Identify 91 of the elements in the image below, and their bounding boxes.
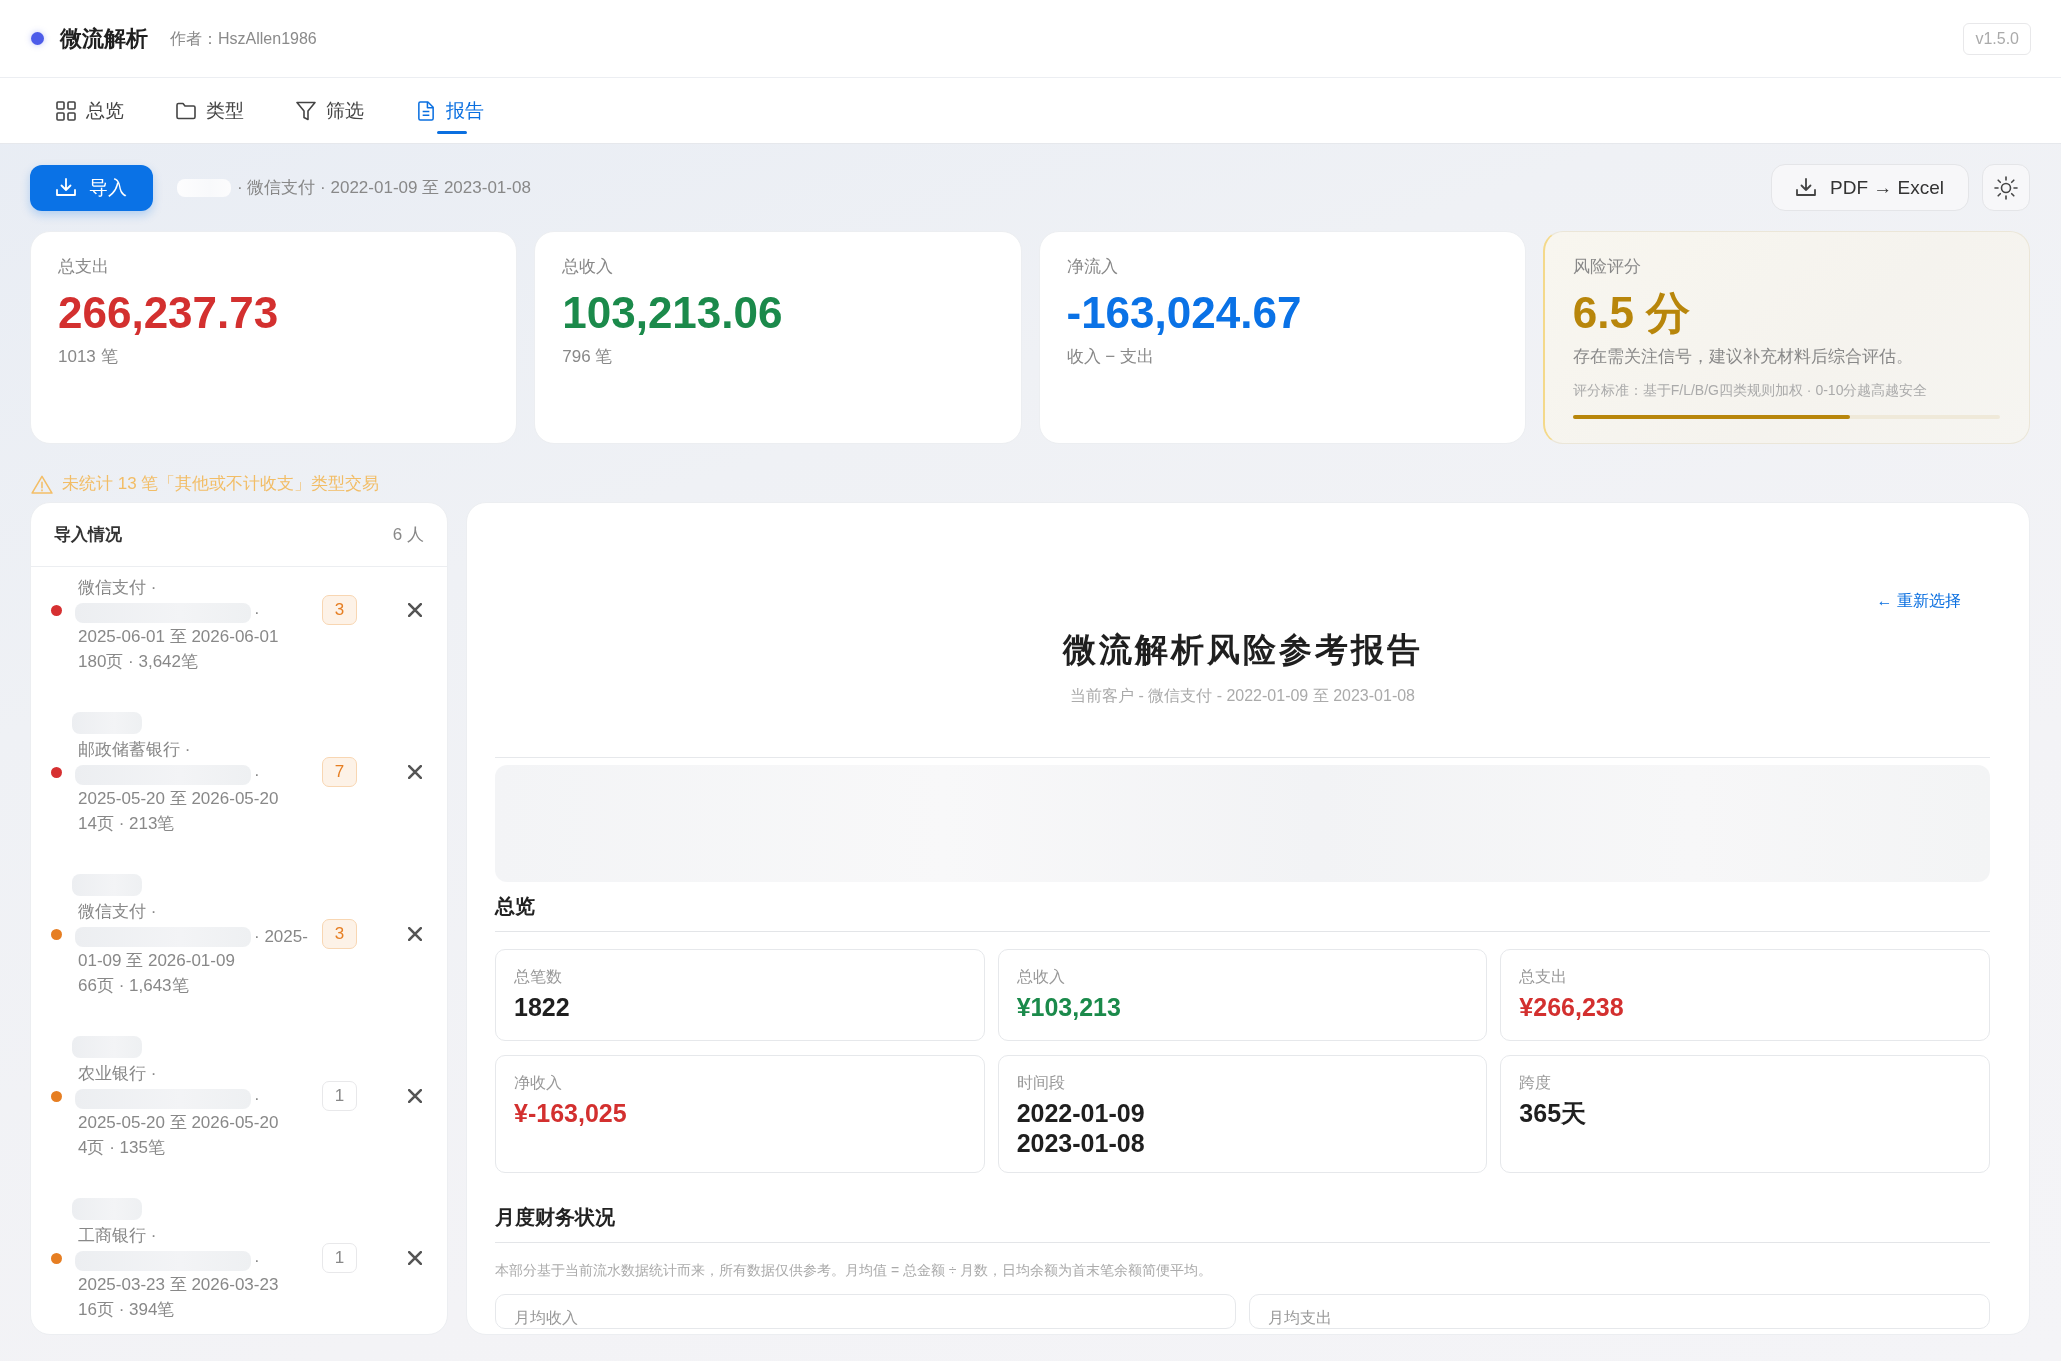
pdf-to-excel-button[interactable]: PDF → Excel [1771,164,1969,211]
sun-icon [1994,175,2018,200]
count-badge: 3 [322,919,357,949]
page-count-text: 180页 · 3,642笔 [78,650,199,673]
count-badge: 1 [322,1243,357,1273]
score-criteria: 评分标准：基于F/L/B/G四类规则加权 · 0-10分越高越安全 [1572,381,1929,400]
app-title: 微流解析 [60,24,148,53]
source-text: 工商银行 · [78,1225,158,1247]
import-button[interactable]: 导入 [30,164,153,211]
version-badge: v1.5.0 [1963,22,2031,55]
stat-label: 净流入 [1066,256,1119,278]
summary-label: 总收入 [1016,967,1066,987]
summary-value: 365天 [1519,1098,1588,1128]
date-range-text: 2025-06-01 至 2026-06-01 [78,626,280,648]
source-detail-text: · 2025- [254,925,308,948]
summary-value: ¥266,238 [1519,992,1625,1022]
page-count-text: 4页 · 135笔 [78,1136,166,1159]
summary-value: ¥103,213 [1016,992,1122,1022]
summary-label: 时间段 [1016,1073,1066,1093]
summary-label: 总笔数 [514,967,563,987]
close-icon [408,927,422,941]
section-note: 本部分基于当前流水数据统计而来，所有数据仅供参考。月均值 = 总金额 ÷ 月数，日均余额为首末笔余额简便平均。 [495,1261,1214,1279]
stat-label: 总支出 [58,256,110,278]
date-range-text: 2025-05-20 至 2026-05-20 [78,1112,280,1134]
people-count: 6 人 [392,523,424,546]
stat-value: 6.5 分 [1572,288,1692,338]
summary-label: 月均收入 [514,1308,579,1328]
summary-value: 1822 [514,992,571,1022]
summary-label: 总支出 [1519,967,1569,987]
grid-icon [56,100,76,121]
stat-note: 1013 笔 [58,346,119,368]
page-count-text: 14页 · 213笔 [78,812,176,835]
close-icon [408,603,422,617]
logo-dot-icon [31,32,44,45]
nav-tab[interactable]: 类型 [176,78,244,143]
download-icon [56,178,76,197]
section-heading: 月度财务状况 [495,1204,1990,1243]
count-badge: 3 [322,595,357,625]
stat-label: 总收入 [562,256,615,278]
remove-button[interactable] [408,603,422,617]
warning-text: 未统计 13 笔「其他或不计收支」类型交易 [62,473,380,495]
date-range-text: 2025-05-20 至 2026-05-20 [78,788,280,810]
stat-note: 存在需关注信号，建议补充材料后综合评估。 [1572,346,1914,368]
count-badge: 1 [322,1081,357,1111]
nav-tab[interactable]: 总览 [56,78,124,143]
theme-toggle-button[interactable] [1982,164,2030,211]
context-text: · 微信支付 · 2022-01-09 至 2023-01-08 [237,176,531,199]
nav-tab[interactable]: 筛选 [296,78,364,143]
summary-label: 净收入 [514,1073,563,1093]
date-range-text: 01-09 至 2026-01-09 [78,950,236,972]
stat-value: -163,024.67 [1066,288,1303,338]
close-icon [408,765,422,779]
nav-tab[interactable]: 报告 [416,78,484,143]
stat-value: 266,237.73 [58,288,280,338]
source-detail-text: · [254,1249,260,1272]
remove-button[interactable] [408,927,422,941]
summary-value: 2022-01-09 2023-01-08 [1016,1098,1146,1158]
source-detail-text: · [254,763,260,786]
source-text: 农业银行 · [78,1063,158,1085]
summary-label: 跨度 [1519,1073,1553,1093]
document-icon [416,100,436,121]
count-badge: 7 [322,757,357,787]
date-range-text: 2025-03-23 至 2026-03-23 [78,1274,280,1296]
page-count-text: 16页 · 394笔 [78,1298,176,1321]
source-text: 邮政储蓄银行 · [78,739,192,761]
reselect-link[interactable]: ← 重新选择 [1876,591,1961,611]
download-icon [1796,178,1816,197]
remove-button[interactable] [408,1089,422,1103]
panel-title: 导入情况 [54,523,122,546]
source-detail-text: · [254,1087,260,1110]
close-icon [408,1251,422,1265]
section-heading: 总览 [495,893,1990,932]
remove-button[interactable] [408,1251,422,1265]
stat-note: 796 笔 [562,346,614,368]
stat-label: 风险评分 [1572,256,1642,278]
folder-icon [176,100,196,121]
filter-icon [296,100,316,121]
page-count-text: 66页 · 1,643笔 [78,974,190,997]
author-label: 作者：HszAllen1986 [170,28,317,49]
close-icon [408,1089,422,1103]
source-text: 微信支付 · [78,577,158,599]
source-text: 微信支付 · [78,901,158,923]
summary-value: ¥-163,025 [514,1098,628,1128]
source-detail-text: · [254,601,260,624]
summary-label: 月均支出 [1268,1308,1333,1328]
remove-button[interactable] [408,765,422,779]
stat-note: 收入 − 支出 [1066,346,1155,368]
report-title: 微流解析风险参考报告 [1061,630,1424,670]
report-subtitle: 当前客户 - 微信支付 - 2022-01-09 至 2023-01-08 [1069,686,1416,706]
warning-icon [31,474,53,494]
stat-value: 103,213.06 [562,288,784,338]
